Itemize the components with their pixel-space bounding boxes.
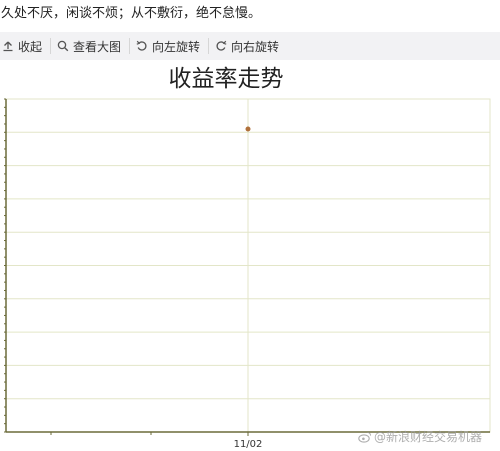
weibo-icon — [358, 431, 372, 443]
rotate-right-icon — [215, 40, 227, 52]
view-large-button[interactable]: 查看大图 — [51, 38, 131, 54]
chart-marks — [245, 126, 251, 132]
rotate-right-button[interactable]: 向右旋转 — [209, 38, 287, 54]
chart-title: 收益率走势 — [169, 66, 284, 92]
watermark-text: @新浪财经交易机器 — [374, 430, 483, 444]
image-viewer: 久处不厌，闲谈不烦；从不敷衍，绝不怠慢。 收起 查看大图 向左旋转 向右旋转 收… — [0, 0, 500, 451]
rotate-left-button[interactable]: 向左旋转 — [130, 38, 210, 54]
x-tick-label: 11/02 — [234, 439, 263, 450]
post-text: 久处不厌，闲谈不烦；从不敷衍，绝不怠慢。 — [1, 6, 262, 21]
collapse-label: 收起 — [18, 39, 43, 54]
chart-image: 收益率走势 11/02 — [0, 62, 500, 451]
chart-axes: 11/02 — [4, 98, 490, 450]
image-toolbar: 收起 查看大图 向左旋转 向右旋转 — [0, 32, 500, 60]
yield-trend-chart: 收益率走势 11/02 — [4, 66, 491, 450]
rotate-left-icon — [136, 40, 148, 52]
collapse-up-icon — [2, 40, 14, 52]
data-point — [245, 126, 251, 132]
collapse-button[interactable]: 收起 — [0, 38, 52, 54]
view-large-label: 查看大图 — [73, 39, 122, 54]
magnifier-icon — [57, 40, 69, 52]
rotate-left-label: 向左旋转 — [152, 39, 201, 54]
watermark: @新浪财经交易机器 — [358, 428, 482, 445]
rotate-right-label: 向右旋转 — [231, 39, 280, 54]
chart-grid — [5, 98, 491, 433]
